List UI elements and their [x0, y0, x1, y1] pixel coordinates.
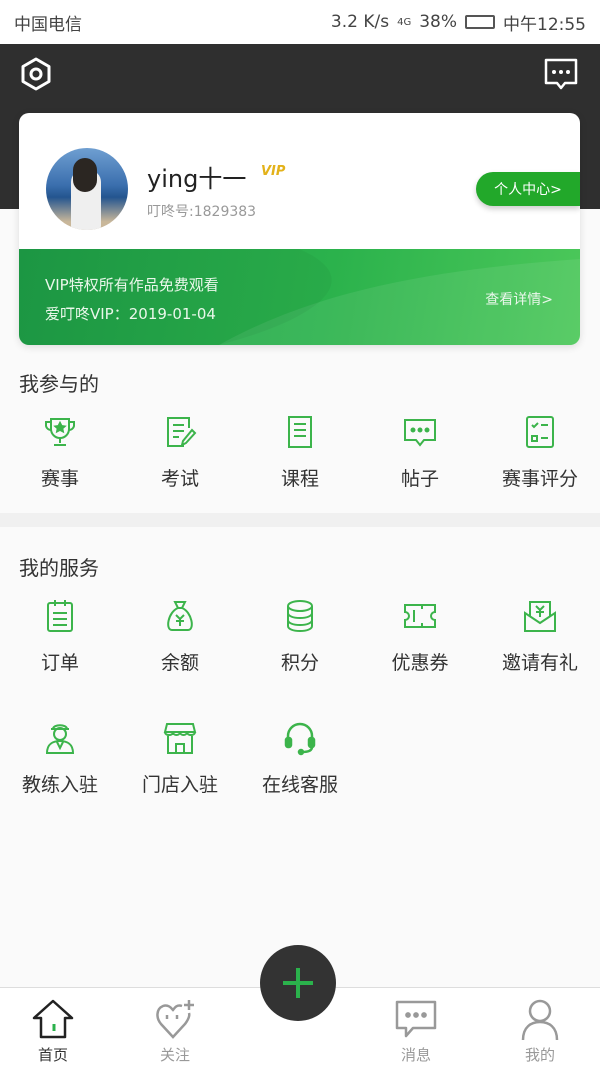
item-orders[interactable]: 订单: [0, 598, 120, 720]
user-icon: [521, 999, 559, 1041]
item-label: 在线客服: [261, 774, 338, 796]
item-online-support[interactable]: 在线客服: [240, 720, 360, 842]
home-icon: [32, 999, 74, 1039]
trophy-icon: [45, 418, 75, 446]
tab-follow[interactable]: 关注: [115, 988, 235, 1065]
item-label: 积分: [280, 652, 319, 674]
order-icon: [47, 600, 73, 632]
item-label: 订单: [40, 652, 79, 674]
item-coupons[interactable]: 优惠券: [360, 598, 480, 720]
exam-icon: [167, 417, 197, 447]
item-points[interactable]: 积分: [240, 598, 360, 720]
personal-center-button[interactable]: 个人中心>: [476, 172, 580, 206]
settings-icon[interactable]: [18, 56, 54, 92]
avatar[interactable]: [46, 148, 128, 230]
profile-card: ying十一 VIP 叮咚号:1829383 个人中心> VIP特权所有作品免费…: [19, 113, 580, 345]
store-icon: [163, 723, 197, 754]
score-icon: [526, 416, 554, 448]
user-name: ying十一: [147, 165, 247, 193]
tab-messages[interactable]: 消息: [356, 988, 476, 1065]
user-id: 叮咚号:1829383: [147, 204, 257, 220]
item-label: 邀请有礼: [501, 652, 578, 674]
item-coach-join[interactable]: 教练入驻: [0, 720, 120, 842]
item-invite[interactable]: 邀请有礼: [480, 598, 600, 720]
item-label: 考试: [160, 468, 199, 490]
coach-icon: [45, 724, 75, 754]
tab-label: 消息: [400, 1046, 431, 1064]
add-button[interactable]: [260, 945, 336, 1021]
net-speed: 3.2 K/s: [330, 12, 390, 32]
item-label: 教练入驻: [21, 774, 98, 796]
item-label: 优惠券: [391, 652, 449, 674]
battery-level: 38%: [419, 12, 457, 32]
tab-home[interactable]: 首页: [0, 988, 113, 1065]
item-label: 赛事: [40, 468, 79, 490]
clock: 中午12:55: [503, 14, 586, 35]
battery-icon: [465, 15, 495, 29]
services-grid: 订单 余额 积分 优惠券 邀请有礼 教练入驻 门店入驻 在线客服: [0, 598, 600, 842]
course-icon: [288, 416, 312, 448]
heart-plus-icon: [156, 1000, 194, 1039]
tab-mine[interactable]: 我的: [480, 988, 600, 1065]
tab-label: 首页: [37, 1046, 68, 1064]
invite-icon: [524, 601, 556, 632]
vip-badge: VIP: [261, 164, 286, 179]
tab-label: 关注: [159, 1046, 190, 1064]
money-bag-icon: [167, 601, 193, 631]
item-label: 帖子: [400, 468, 439, 490]
item-label: 赛事评分: [501, 468, 578, 490]
network-type: 4G: [397, 16, 412, 28]
item-balance[interactable]: 余额: [120, 598, 240, 720]
services-title: 我的服务: [19, 556, 99, 580]
section-divider: [0, 513, 600, 527]
vip-expiry: 爱叮咚VIP：2019-01-04: [45, 305, 216, 323]
plus-icon: [283, 968, 313, 998]
status-bar: 中国电信 3.2 K/s 4G 38% 中午12:55: [0, 0, 600, 44]
message-icon: [395, 1000, 437, 1038]
coupon-icon: [404, 604, 436, 628]
headset-icon: [284, 722, 316, 756]
message-icon[interactable]: [543, 56, 579, 92]
tab-label: 我的: [524, 1046, 555, 1064]
item-label: 门店入驻: [141, 774, 218, 796]
post-icon: [404, 419, 436, 447]
view-details-link[interactable]: 查看详情>: [485, 289, 553, 309]
carrier: 中国电信: [14, 14, 82, 35]
item-store-join[interactable]: 门店入驻: [120, 720, 240, 842]
coins-icon: [287, 600, 313, 633]
participated-title: 我参与的: [19, 372, 99, 396]
vip-privilege: VIP特权所有作品免费观看: [45, 276, 219, 294]
item-label: 课程: [280, 468, 319, 490]
item-label: 余额: [160, 652, 199, 674]
vip-banner[interactable]: VIP特权所有作品免费观看 爱叮咚VIP：2019-01-04 查看详情>: [19, 249, 580, 345]
